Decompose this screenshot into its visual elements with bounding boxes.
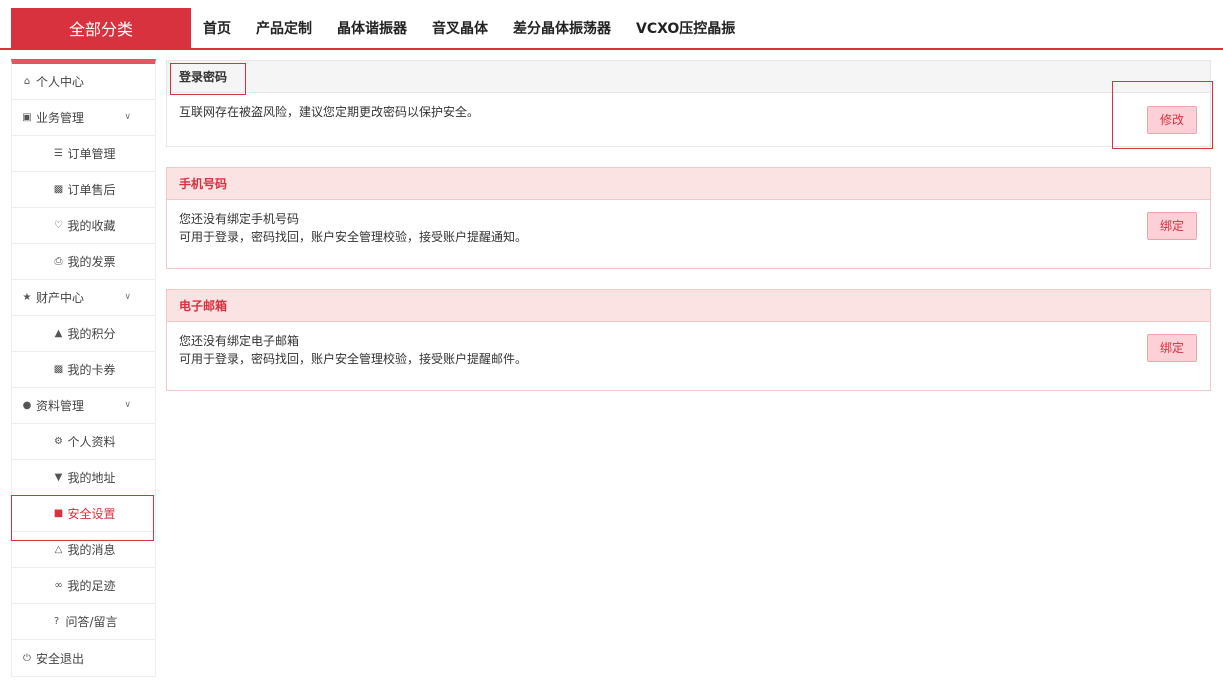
bell-icon: △	[54, 544, 63, 555]
bind-email-button[interactable]: 绑定	[1147, 334, 1197, 362]
panel-body: 您还没有绑定电子邮箱 可用于登录，密码找回，账户安全管理校验，接受账户提醒邮件。…	[167, 322, 1210, 390]
sidebar-item-label: 订单管理	[67, 147, 116, 161]
sidebar-item-label: 我的足迹	[67, 579, 116, 593]
panel-title: 登录密码	[167, 61, 1210, 93]
footprint-icon: ∞	[54, 580, 63, 591]
sidebar-item-profile-management[interactable]: ● 资料管理 ∨	[12, 388, 155, 424]
nav-home[interactable]: 首页	[191, 18, 243, 38]
main-nav: 首页 产品定制 晶体谐振器 音叉晶体 差分晶体振荡器 VCXO压控晶振	[191, 8, 748, 48]
sidebar-item-label: 我的发票	[67, 255, 116, 269]
sidebar-item-label: 业务管理	[36, 111, 85, 125]
email-usage-text: 可用于登录，密码找回，账户安全管理校验，接受账户提醒邮件。	[179, 352, 528, 366]
panel-body: 您还没有绑定手机号码 可用于登录，密码找回，账户安全管理校验，接受账户提醒通知。…	[167, 200, 1210, 268]
highlight-frame	[170, 63, 246, 95]
trophy-icon: ★	[22, 292, 32, 303]
bind-phone-button[interactable]: 绑定	[1147, 212, 1197, 240]
sidebar-item-label: 我的积分	[67, 327, 116, 341]
sidebar-item-logout[interactable]: ⏻ 安全退出	[12, 640, 155, 676]
chevron-down-icon: ∨	[124, 292, 131, 302]
panel-body: 互联网存在被盗风险，建议您定期更改密码以保护安全。 修改	[167, 93, 1210, 146]
sidebar-item-invoices[interactable]: ⎙ 我的发票	[12, 244, 155, 280]
question-icon: ?	[53, 616, 60, 627]
password-panel: 登录密码 互联网存在被盗风险，建议您定期更改密码以保护安全。 修改	[166, 60, 1211, 147]
nav-vcxo[interactable]: VCXO压控晶振	[624, 18, 747, 38]
cube-icon: ▣	[22, 112, 32, 123]
sidebar-item-favorites[interactable]: ♡ 我的收藏	[12, 208, 155, 244]
sidebar-item-after-sales[interactable]: ▩ 订单售后	[12, 172, 155, 208]
sidebar-item-label: 个人资料	[67, 435, 116, 449]
sidebar-item-messages[interactable]: △ 我的消息	[12, 532, 155, 568]
email-panel: 电子邮箱 您还没有绑定电子邮箱 可用于登录，密码找回，账户安全管理校验，接受账户…	[166, 289, 1211, 391]
list-icon: ☰	[54, 148, 63, 159]
phone-title: 手机号码	[179, 177, 228, 191]
gift-icon: ▩	[53, 364, 64, 375]
password-description: 互联网存在被盗风险，建议您定期更改密码以保护安全。	[179, 105, 480, 119]
nav-tuning-fork[interactable]: 音叉晶体	[420, 18, 500, 38]
sidebar-item-address[interactable]: ▼ 我的地址	[12, 460, 155, 496]
sidebar-item-label: 订单售后	[67, 183, 116, 197]
email-title: 电子邮箱	[179, 299, 228, 313]
top-navbar: 全部分类 首页 产品定制 晶体谐振器 音叉晶体 差分晶体振荡器 VCXO压控晶振	[0, 0, 1223, 50]
sidebar-item-label: 问答/留言	[65, 615, 118, 629]
nav-custom[interactable]: 产品定制	[244, 18, 324, 38]
sidebar-item-label: 个人中心	[36, 75, 85, 89]
sidebar-item-label: 财产中心	[36, 291, 85, 305]
chevron-down-icon: ∨	[124, 400, 131, 410]
phone-panel: 手机号码 您还没有绑定手机号码 可用于登录，密码找回，账户安全管理校验，接受账户…	[166, 167, 1211, 269]
sidebar-item-qa[interactable]: ? 问答/留言	[12, 604, 155, 640]
puzzle-icon: ▩	[53, 184, 64, 195]
phone-status-text: 您还没有绑定手机号码	[179, 212, 300, 226]
sidebar-item-label: 我的消息	[67, 543, 116, 557]
panel-title: 手机号码	[167, 168, 1210, 200]
sidebar-item-orders[interactable]: ☰ 订单管理	[12, 136, 155, 172]
fire-icon: ▲	[54, 328, 63, 339]
nav-differential-oscillator[interactable]: 差分晶体振荡器	[501, 18, 623, 38]
sidebar-item-business[interactable]: ▣ 业务管理 ∨	[12, 100, 155, 136]
nav-crystal-resonator[interactable]: 晶体谐振器	[325, 18, 419, 38]
user-sidebar: ⌂ 个人中心 ▣ 业务管理 ∨ ☰ 订单管理 ▩ 订单售后 ♡ 我的收藏 ⎙ 我…	[11, 59, 156, 677]
sidebar-item-personal-center[interactable]: ⌂ 个人中心	[12, 64, 155, 100]
user-icon: ●	[22, 400, 32, 411]
sidebar-item-footprints[interactable]: ∞ 我的足迹	[12, 568, 155, 604]
gear-icon: ⚙	[54, 436, 63, 447]
pin-icon: ▼	[54, 472, 63, 483]
home-icon: ⌂	[23, 76, 31, 87]
sidebar-item-points[interactable]: ▲ 我的积分	[12, 316, 155, 352]
sidebar-item-personal-info[interactable]: ⚙ 个人资料	[12, 424, 155, 460]
power-icon: ⏻	[23, 652, 31, 664]
email-status-text: 您还没有绑定电子邮箱	[179, 334, 300, 348]
print-icon: ⎙	[54, 256, 63, 267]
sidebar-item-label: 我的地址	[67, 471, 116, 485]
highlight-frame	[1112, 81, 1213, 149]
sidebar-item-label: 安全退出	[36, 651, 85, 666]
phone-usage-text: 可用于登录，密码找回，账户安全管理校验，接受账户提醒通知。	[179, 230, 528, 244]
panel-title: 电子邮箱	[167, 290, 1210, 322]
sidebar-item-security[interactable]: ■ 安全设置	[11, 495, 155, 541]
sidebar-item-label: 资料管理	[36, 399, 85, 413]
sidebar-item-assets[interactable]: ★ 财产中心 ∨	[12, 280, 155, 316]
sidebar-item-label: 我的卡券	[67, 363, 116, 377]
sidebar-item-label: 我的收藏	[67, 219, 116, 233]
chevron-down-icon: ∨	[124, 112, 131, 122]
heart-icon: ♡	[54, 220, 63, 231]
sidebar-item-coupons[interactable]: ▩ 我的卡券	[12, 352, 155, 388]
all-categories-button[interactable]: 全部分类	[11, 8, 191, 48]
